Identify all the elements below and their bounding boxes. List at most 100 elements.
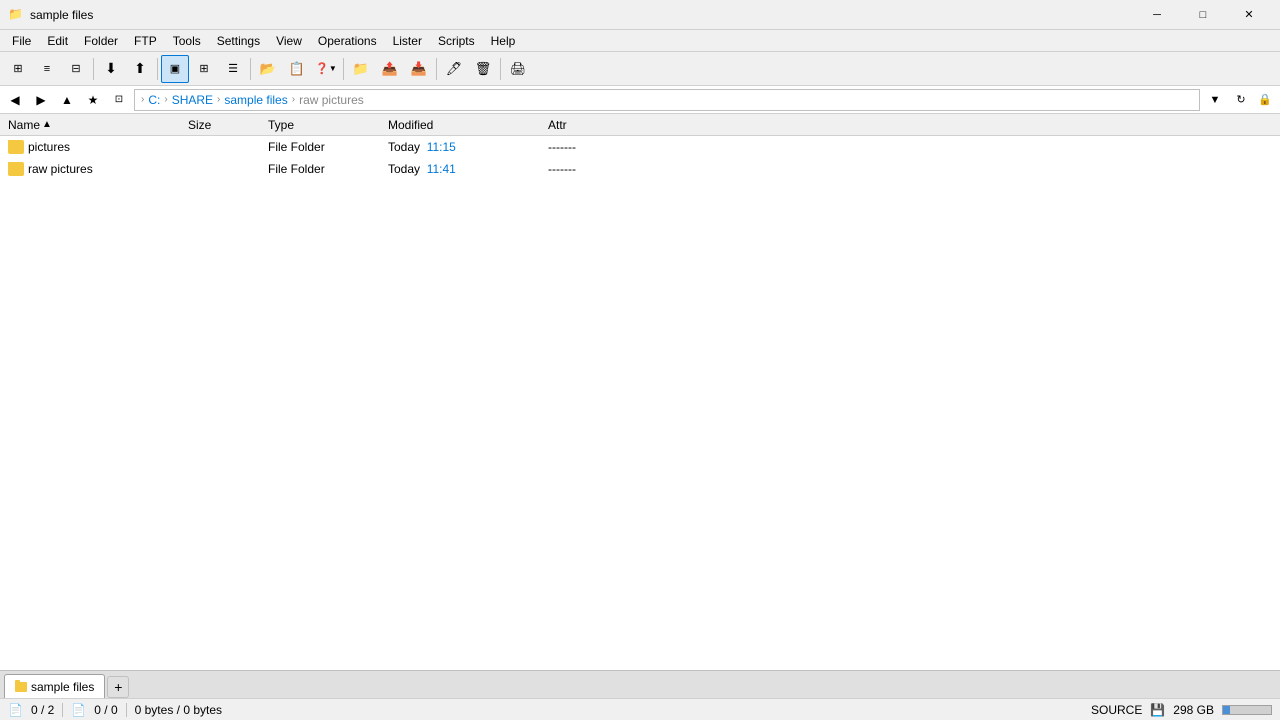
- tree-button[interactable]: ⊡: [108, 89, 130, 111]
- menu-edit[interactable]: Edit: [39, 32, 76, 50]
- extract-button[interactable]: 📤: [376, 55, 404, 83]
- delete-icon: 🗑: [475, 61, 492, 77]
- menu-tools[interactable]: Tools: [165, 32, 209, 50]
- copy-up-button[interactable]: ⬆: [126, 55, 154, 83]
- help-icon: ❓: [315, 62, 329, 75]
- help-dropdown-button[interactable]: ❓ ▼: [312, 55, 340, 83]
- help-dropdown-arrow: ▼: [329, 64, 337, 73]
- right-count: 0 / 0: [94, 703, 117, 717]
- file-attr-cell: -------: [544, 140, 644, 154]
- path-segment-samplefiles[interactable]: sample files: [224, 93, 287, 107]
- file-name-cell: pictures: [4, 140, 184, 154]
- folder-icon: [8, 162, 24, 176]
- path-arrow-2: ›: [217, 94, 220, 105]
- path-segment-c[interactable]: C:: [148, 93, 160, 107]
- list-button[interactable]: ≡: [33, 55, 61, 83]
- back-button[interactable]: ◀: [4, 89, 26, 111]
- menu-help[interactable]: Help: [483, 32, 524, 50]
- bytes-info: 0 bytes / 0 bytes: [135, 703, 222, 717]
- forward-button[interactable]: ▶: [30, 89, 52, 111]
- file-attr-cell: -------: [544, 162, 644, 176]
- thumbnails-button[interactable]: ⊟: [62, 55, 90, 83]
- close-button[interactable]: ✕: [1226, 0, 1272, 30]
- menu-bar: File Edit Folder FTP Tools Settings View…: [0, 30, 1280, 52]
- address-dropdown-button[interactable]: ▼: [1204, 89, 1226, 111]
- open-folder-icon: 📂: [260, 61, 276, 77]
- open-folder-button[interactable]: 📂: [254, 55, 282, 83]
- menu-folder[interactable]: Folder: [76, 32, 126, 50]
- file-list-header: Name ▲ Size Type Modified Attr: [0, 114, 1280, 136]
- single-panel-button[interactable]: ▣: [161, 55, 189, 83]
- list-icon: ≡: [44, 63, 50, 75]
- table-row[interactable]: pictures File Folder Today 11:15 -------: [0, 136, 1280, 158]
- table-row[interactable]: raw pictures File Folder Today 11:41 ---…: [0, 158, 1280, 180]
- toolbar-separator-1: [93, 58, 94, 80]
- folder-icon: [8, 140, 24, 154]
- col-header-modified[interactable]: Modified: [384, 114, 544, 136]
- bookmark-button[interactable]: ★: [82, 89, 104, 111]
- single-panel-icon: ▣: [170, 62, 180, 75]
- dual-panel-icon: ⊞: [199, 62, 208, 75]
- file-type-cell: File Folder: [264, 140, 384, 154]
- thumbnails-icon: ⊟: [71, 62, 80, 75]
- print-icon: 🖨: [510, 61, 527, 77]
- toolbar-separator-6: [500, 58, 501, 80]
- add-tab-button[interactable]: +: [107, 676, 129, 698]
- details-button[interactable]: ☰: [219, 55, 247, 83]
- path-current: raw pictures: [299, 93, 364, 107]
- details-icon: ☰: [228, 62, 238, 75]
- brief-icon: ⊞: [13, 62, 22, 75]
- minimize-button[interactable]: ─: [1134, 0, 1180, 30]
- toolbar-separator-4: [343, 58, 344, 80]
- maximize-button[interactable]: □: [1180, 0, 1226, 30]
- toolbar: ⊞ ≡ ⊟ ⬇ ⬆ ▣ ⊞ ☰ 📂 📋 ❓ ▼ 📁 📤 📥 🖊: [0, 52, 1280, 86]
- copy-up-icon: ⬆: [134, 60, 146, 77]
- new-folder-button[interactable]: 📁: [347, 55, 375, 83]
- path-arrow-1: ›: [164, 94, 167, 105]
- menu-ftp[interactable]: FTP: [126, 32, 165, 50]
- refresh-button[interactable]: ↻: [1230, 89, 1252, 111]
- copy-down-icon: ⬇: [105, 60, 117, 77]
- brief-button[interactable]: ⊞: [4, 55, 32, 83]
- rename-icon: 🖊: [446, 61, 463, 77]
- status-separator-2: [126, 703, 127, 717]
- compress-button[interactable]: 📥: [405, 55, 433, 83]
- title-bar: 📁 sample files ─ □ ✕: [0, 0, 1280, 30]
- file-name-label: pictures: [28, 140, 70, 154]
- menu-operations[interactable]: Operations: [310, 32, 385, 50]
- rename-button[interactable]: 🖊: [440, 55, 468, 83]
- path-segment-share[interactable]: SHARE: [172, 93, 213, 107]
- tab-sample-files[interactable]: sample files: [4, 674, 105, 698]
- lock-button[interactable]: 🔒: [1254, 89, 1276, 111]
- col-header-size[interactable]: Size: [184, 114, 264, 136]
- address-path[interactable]: › C: › SHARE › sample files › raw pictur…: [134, 89, 1200, 111]
- dual-panel-button[interactable]: ⊞: [190, 55, 218, 83]
- menu-file[interactable]: File: [4, 32, 39, 50]
- extract-icon: 📤: [382, 61, 398, 77]
- file-name-cell: raw pictures: [4, 162, 184, 176]
- file-type-cell: File Folder: [264, 162, 384, 176]
- file-icon-right: 📄: [71, 703, 86, 717]
- drive-progress-fill: [1223, 706, 1230, 714]
- delete-button[interactable]: 🗑: [469, 55, 497, 83]
- title-bar-buttons: ─ □ ✕: [1134, 0, 1272, 30]
- status-separator-1: [62, 703, 63, 717]
- file-modified-cell: Today 11:41: [384, 162, 544, 176]
- print-button[interactable]: 🖨: [504, 55, 532, 83]
- copy-down-button[interactable]: ⬇: [97, 55, 125, 83]
- address-bar: ◀ ▶ ▲ ★ ⊡ › C: › SHARE › sample files › …: [0, 86, 1280, 114]
- col-header-attr[interactable]: Attr: [544, 114, 644, 136]
- col-header-name[interactable]: Name ▲: [4, 114, 184, 136]
- app-icon: 📁: [8, 7, 24, 23]
- menu-lister[interactable]: Lister: [385, 32, 430, 50]
- up-button[interactable]: ▲: [56, 89, 78, 111]
- menu-scripts[interactable]: Scripts: [430, 32, 483, 50]
- status-right: SOURCE 💾 298 GB: [1091, 703, 1272, 717]
- tab-label: sample files: [31, 680, 94, 694]
- menu-view[interactable]: View: [268, 32, 310, 50]
- left-count: 0 / 2: [31, 703, 54, 717]
- col-header-type[interactable]: Type: [264, 114, 384, 136]
- copy-button[interactable]: 📋: [283, 55, 311, 83]
- menu-settings[interactable]: Settings: [209, 32, 268, 50]
- compress-icon: 📥: [411, 61, 427, 77]
